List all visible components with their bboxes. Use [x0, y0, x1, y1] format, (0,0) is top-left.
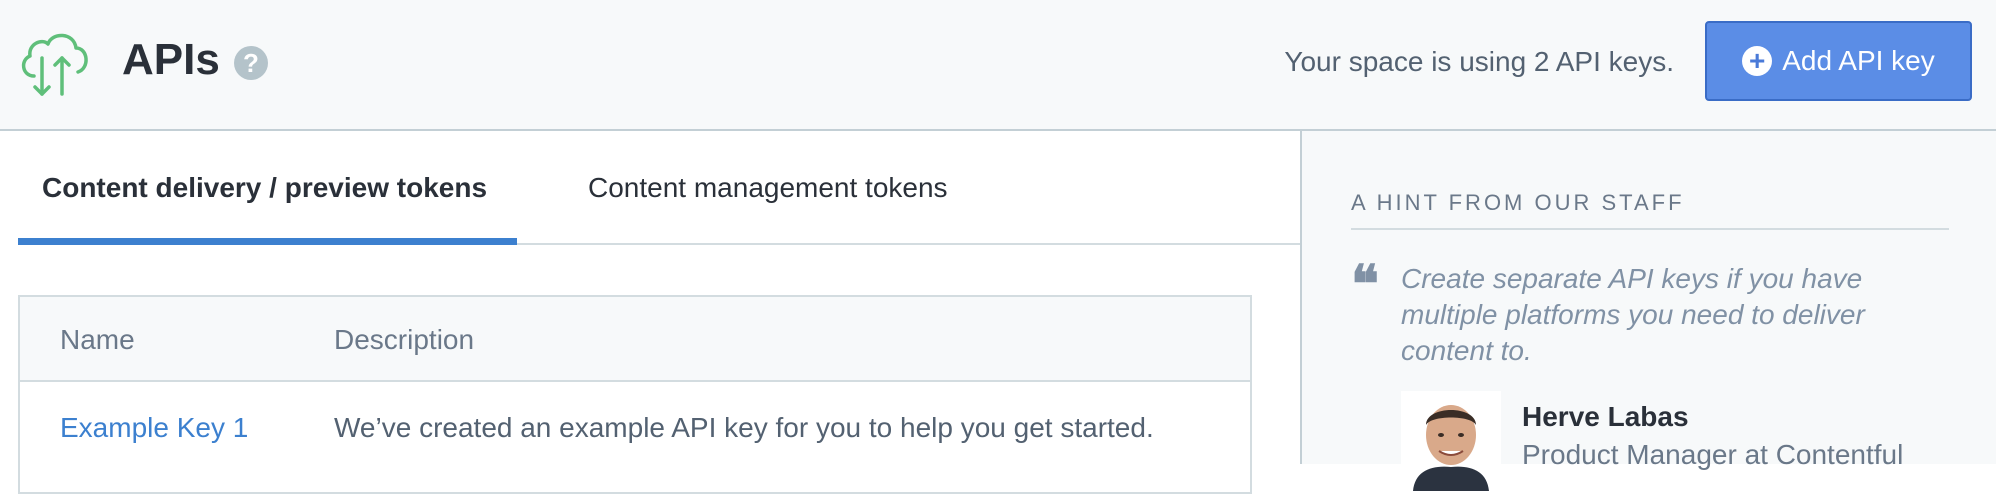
add-api-key-button[interactable]: + Add API key: [1705, 21, 1972, 101]
hint-quote-text: Create separate API keys if you have mul…: [1401, 263, 1865, 366]
api-key-name-link[interactable]: Example Key 1: [60, 404, 248, 452]
page-title: APIs: [122, 35, 220, 84]
tab-content-delivery-preview-tokens[interactable]: Content delivery / preview tokens: [18, 131, 517, 245]
add-api-key-label: Add API key: [1782, 45, 1935, 76]
divider: [1351, 228, 1949, 230]
question-mark-icon[interactable]: ?: [234, 46, 268, 80]
avatar: [1401, 391, 1501, 491]
author-role: Product Manager at Contentful: [1522, 439, 1904, 470]
main-content: Content delivery / preview tokens Conten…: [0, 131, 1300, 494]
hint-heading: A HINT FROM OUR STAFF: [1351, 190, 1685, 215]
table-row[interactable]: Example Key 1 We’ve created an example A…: [20, 382, 1250, 492]
quote-icon: ❝: [1351, 254, 1379, 315]
plus-circle-icon: +: [1742, 46, 1773, 76]
page-header: APIs ? Your space is using 2 API keys. +…: [0, 0, 1996, 131]
column-header-name: Name: [60, 324, 135, 355]
api-keys-table: Name Description Example Key 1 We’ve cre…: [18, 295, 1252, 494]
column-header-description: Description: [334, 324, 475, 355]
author-name: Herve Labas: [1522, 401, 1689, 432]
tab-content-management-tokens[interactable]: Content management tokens: [588, 131, 948, 245]
hint-sidebar: A HINT FROM OUR STAFF ❝ Create separate …: [1300, 131, 1996, 491]
cloud-upload-download-icon: [21, 33, 88, 96]
table-header-row: Name Description: [20, 297, 1250, 382]
api-key-usage-text: Your space is using 2 API keys.: [1284, 46, 1674, 77]
author-photo: [1401, 391, 1501, 491]
api-key-description: We’ve created an example API key for you…: [334, 412, 1154, 443]
token-tabs: Content delivery / preview tokens Conten…: [18, 131, 1300, 245]
